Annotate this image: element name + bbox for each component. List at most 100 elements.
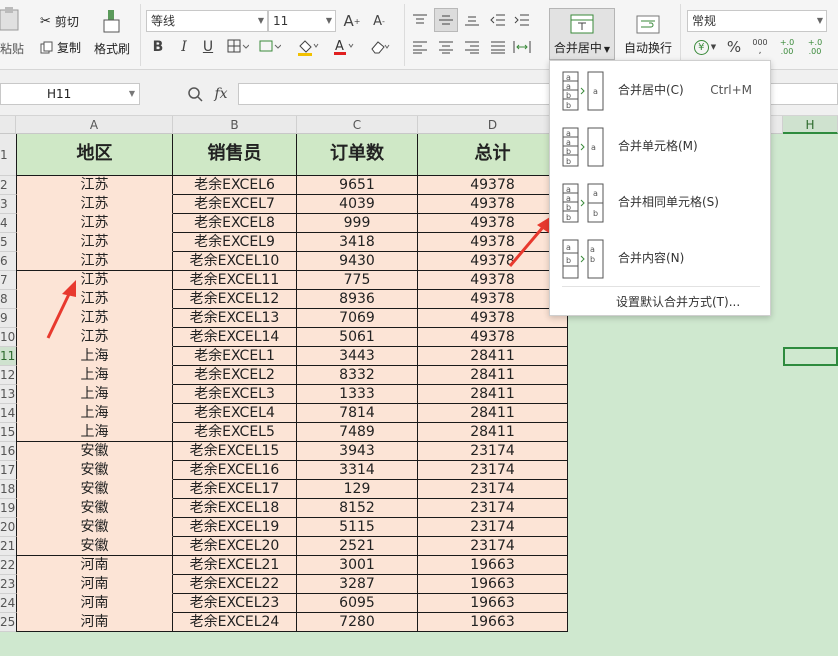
table-cell[interactable]: 3314: [297, 461, 418, 480]
table-cell[interactable]: 江苏: [16, 290, 173, 309]
table-cell[interactable]: 老余EXCEL15: [173, 442, 297, 461]
row-header[interactable]: 12: [0, 366, 16, 385]
table-cell[interactable]: 28411: [418, 366, 568, 385]
row-header[interactable]: 24: [0, 594, 16, 613]
table-cell[interactable]: 7069: [297, 309, 418, 328]
column-header-h[interactable]: H: [783, 116, 838, 134]
table-cell[interactable]: 7489: [297, 423, 418, 442]
menu-item-set-default-merge[interactable]: 设置默认合并方式(T)...: [616, 293, 740, 310]
table-cell[interactable]: 3943: [297, 442, 418, 461]
table-cell[interactable]: 老余EXCEL10: [173, 252, 297, 271]
border-button[interactable]: [226, 37, 250, 57]
table-cell[interactable]: 23174: [418, 442, 568, 461]
merge-center-button[interactable]: 合并居中 ▼: [549, 8, 615, 60]
row-header[interactable]: 22: [0, 556, 16, 575]
fx-button[interactable]: fx: [210, 83, 232, 105]
table-cell[interactable]: 老余EXCEL24: [173, 613, 297, 632]
underline-button[interactable]: U: [200, 37, 216, 57]
table-cell[interactable]: 江苏: [16, 309, 173, 328]
header-salesperson[interactable]: 销售员: [173, 134, 297, 176]
header-total[interactable]: 总计: [418, 134, 568, 176]
table-cell[interactable]: 上海: [16, 404, 173, 423]
table-cell[interactable]: 49378: [418, 290, 568, 309]
table-cell[interactable]: 老余EXCEL8: [173, 214, 297, 233]
table-cell[interactable]: 老余EXCEL3: [173, 385, 297, 404]
table-cell[interactable]: 19663: [418, 556, 568, 575]
table-cell[interactable]: 28411: [418, 385, 568, 404]
table-cell[interactable]: 19663: [418, 575, 568, 594]
currency-button[interactable]: ¥ ▼: [692, 37, 718, 57]
row-header[interactable]: 18: [0, 480, 16, 499]
align-center-icon[interactable]: [436, 37, 456, 57]
table-cell[interactable]: 19663: [418, 613, 568, 632]
table-cell[interactable]: 3287: [297, 575, 418, 594]
table-cell[interactable]: 老余EXCEL7: [173, 195, 297, 214]
table-cell[interactable]: 老余EXCEL6: [173, 176, 297, 195]
table-cell[interactable]: 49378: [418, 252, 568, 271]
menu-item-merge-content[interactable]: ab ab 合并内容(N): [550, 231, 770, 285]
bold-button[interactable]: B: [150, 37, 166, 57]
table-cell[interactable]: 老余EXCEL23: [173, 594, 297, 613]
table-cell[interactable]: 老余EXCEL4: [173, 404, 297, 423]
table-cell[interactable]: 9651: [297, 176, 418, 195]
row-header[interactable]: 16: [0, 442, 16, 461]
table-cell[interactable]: 49378: [418, 195, 568, 214]
table-cell[interactable]: 老余EXCEL19: [173, 518, 297, 537]
table-cell[interactable]: 28411: [418, 404, 568, 423]
format-painter-button[interactable]: [92, 6, 132, 36]
table-cell[interactable]: 3443: [297, 347, 418, 366]
table-cell[interactable]: 3001: [297, 556, 418, 575]
header-orders[interactable]: 订单数: [297, 134, 418, 176]
row-header[interactable]: 21: [0, 537, 16, 556]
table-cell[interactable]: 河南: [16, 556, 173, 575]
row-header[interactable]: 20: [0, 518, 16, 537]
row-header[interactable]: 23: [0, 575, 16, 594]
increase-font-icon[interactable]: A +: [343, 10, 361, 32]
table-cell[interactable]: 8332: [297, 366, 418, 385]
table-cell[interactable]: 2521: [297, 537, 418, 556]
column-header-c[interactable]: C: [297, 116, 418, 134]
table-cell[interactable]: 上海: [16, 385, 173, 404]
table-cell[interactable]: 49378: [418, 233, 568, 252]
decrease-font-icon[interactable]: A-: [370, 10, 388, 32]
row-header[interactable]: 17: [0, 461, 16, 480]
table-cell[interactable]: 河南: [16, 613, 173, 632]
menu-item-merge-same-cells[interactable]: aabb ab 合并相同单元格(S): [550, 175, 770, 229]
distribute-icon[interactable]: [512, 37, 532, 57]
table-cell[interactable]: 安徽: [16, 442, 173, 461]
table-cell[interactable]: 49378: [418, 309, 568, 328]
table-cell[interactable]: 49378: [418, 214, 568, 233]
percent-button[interactable]: %: [724, 37, 744, 57]
align-right-icon[interactable]: [462, 37, 482, 57]
menu-item-merge-center[interactable]: aabb a 合并居中(C) Ctrl+M: [550, 63, 770, 117]
column-header-d[interactable]: D: [418, 116, 568, 134]
table-cell[interactable]: 老余EXCEL20: [173, 537, 297, 556]
table-cell[interactable]: 6095: [297, 594, 418, 613]
align-left-icon[interactable]: [410, 37, 430, 57]
table-cell[interactable]: 8152: [297, 499, 418, 518]
row-header[interactable]: 3: [0, 195, 16, 214]
table-cell[interactable]: 老余EXCEL21: [173, 556, 297, 575]
table-cell[interactable]: 28411: [418, 347, 568, 366]
table-cell[interactable]: 999: [297, 214, 418, 233]
clear-button[interactable]: [368, 37, 392, 57]
table-cell[interactable]: 上海: [16, 366, 173, 385]
italic-button[interactable]: I: [176, 37, 192, 57]
menu-item-merge-cells[interactable]: aabb a 合并单元格(M): [550, 119, 770, 173]
table-cell[interactable]: 49378: [418, 328, 568, 347]
table-cell[interactable]: 江苏: [16, 176, 173, 195]
row-header[interactable]: 10: [0, 328, 16, 347]
table-cell[interactable]: 老余EXCEL16: [173, 461, 297, 480]
table-cell[interactable]: 23174: [418, 499, 568, 518]
table-cell[interactable]: 8936: [297, 290, 418, 309]
table-cell[interactable]: 河南: [16, 575, 173, 594]
decrease-decimal-button[interactable]: +.0 .00: [804, 37, 826, 57]
row-header[interactable]: 1: [0, 134, 16, 176]
table-cell[interactable]: 23174: [418, 518, 568, 537]
row-header[interactable]: 7: [0, 271, 16, 290]
font-name-select[interactable]: 等线 ▼: [146, 10, 268, 32]
table-cell[interactable]: 安徽: [16, 518, 173, 537]
table-cell[interactable]: 老余EXCEL1: [173, 347, 297, 366]
table-cell[interactable]: 49378: [418, 176, 568, 195]
table-cell[interactable]: 7814: [297, 404, 418, 423]
